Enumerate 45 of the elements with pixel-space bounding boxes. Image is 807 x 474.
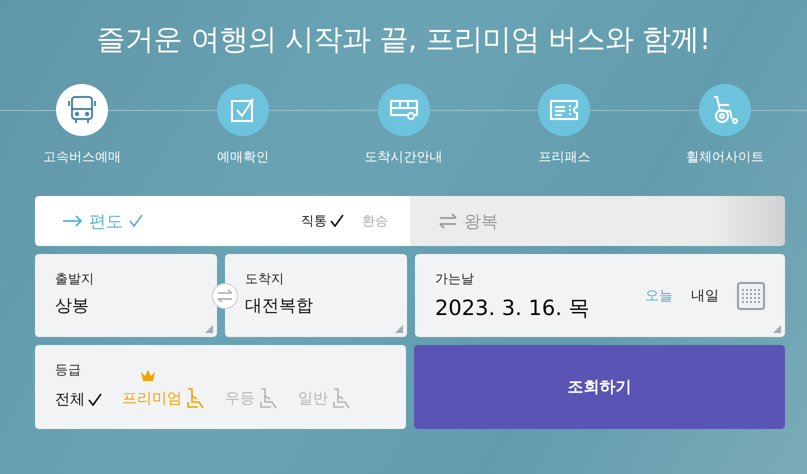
quick-date-button[interactable]: 오늘: [645, 286, 673, 304]
grade-option[interactable]: 전체: [55, 390, 102, 409]
field-value: 상봉: [55, 295, 90, 317]
ticket-icon: [549, 99, 580, 121]
field-label: 등급: [55, 362, 81, 379]
calendar-icon[interactable]: [737, 282, 765, 310]
arrival-field[interactable]: 도착지 대전복합: [225, 254, 407, 337]
swap-arrows-icon: [217, 289, 233, 303]
bus-icon: [68, 95, 96, 125]
seat-icon: [258, 387, 278, 409]
route-option[interactable]: 직통: [301, 212, 344, 230]
nav-label[interactable]: 휠체어사이트: [686, 148, 764, 166]
wheelchair-icon: [711, 95, 739, 125]
grade-option[interactable]: 프리미엄: [122, 387, 205, 409]
nav-label[interactable]: 프리패스: [538, 148, 590, 166]
date-field[interactable]: 가는날 2023. 3. 16. 목 오늘 내일: [415, 254, 785, 337]
field-value: 대전복합: [245, 295, 314, 317]
checkbox-icon: [230, 97, 256, 123]
nav-label[interactable]: 도착시간안내: [364, 148, 442, 166]
right-arrow-icon: [63, 215, 83, 227]
bus-side-icon: [388, 99, 418, 121]
field-label: 출발지: [55, 271, 94, 288]
nav-icon-button[interactable]: [699, 84, 751, 136]
quick-date-button[interactable]: 내일: [691, 286, 719, 304]
nav-icon-button[interactable]: [56, 84, 108, 136]
departure-field[interactable]: 출발지 상봉: [35, 254, 217, 337]
nav-label[interactable]: 고속버스예매: [43, 148, 121, 166]
grade-option[interactable]: 일반: [298, 387, 351, 409]
route-option[interactable]: 환승: [362, 212, 388, 230]
field-label: 도착지: [245, 271, 284, 288]
crown-icon: [140, 369, 156, 381]
resize-corner-icon: [773, 325, 781, 333]
resize-corner-icon: [395, 325, 403, 333]
seat-icon: [331, 387, 351, 409]
nav-icon-button[interactable]: [378, 84, 430, 136]
resize-corner-icon: [205, 325, 213, 333]
field-value: 2023. 3. 16. 목: [435, 294, 591, 322]
trip-type-tab[interactable]: 왕복: [410, 196, 785, 246]
swap-arrows-icon: [438, 213, 458, 229]
headline: 즐거운 여행의 시작과 끝, 프리미엄 버스와 함께!: [96, 21, 712, 58]
field-label: 가는날: [435, 270, 474, 288]
search-button[interactable]: 조회하기: [414, 345, 785, 429]
nav-label[interactable]: 예매확인: [216, 148, 269, 166]
grade-option[interactable]: 우등: [225, 387, 278, 409]
seat-icon: [185, 387, 205, 409]
